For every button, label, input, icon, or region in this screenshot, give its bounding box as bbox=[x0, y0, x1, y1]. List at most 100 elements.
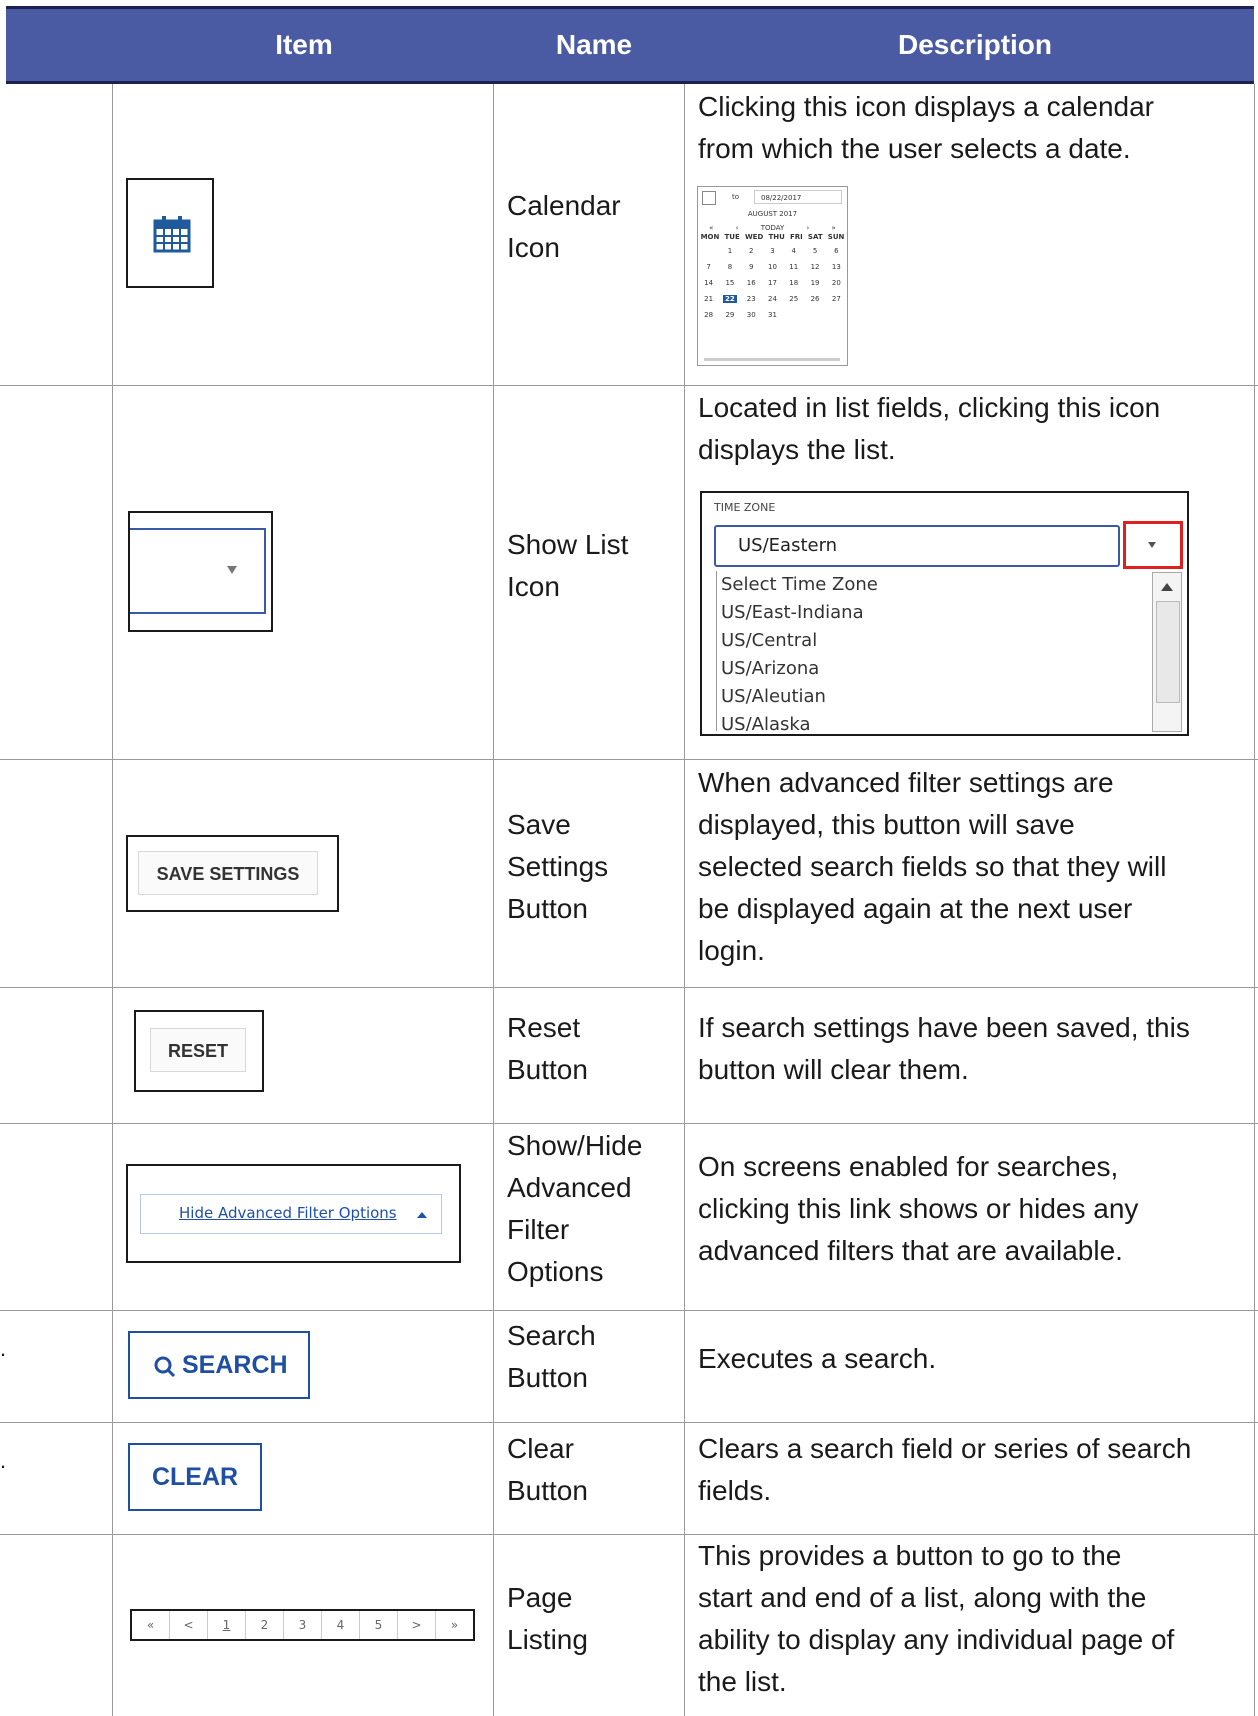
show-list-button[interactable] bbox=[1123, 521, 1183, 569]
row-divider bbox=[0, 1310, 1258, 1311]
timezone-option[interactable]: US/Arizona bbox=[717, 655, 1123, 683]
page-listing: « < 1 2 3 4 5 > » bbox=[130, 1609, 475, 1641]
calendar-day[interactable]: 4 bbox=[787, 247, 801, 255]
row-name-page-listing: Page Listing bbox=[507, 1582, 588, 1655]
nav-next[interactable]: › bbox=[807, 224, 810, 232]
hide-advanced-filter-link[interactable]: Hide Advanced Filter Options bbox=[179, 1204, 397, 1222]
calendar-day[interactable]: 24 bbox=[765, 295, 779, 303]
pager-prev[interactable]: < bbox=[170, 1611, 208, 1639]
row-divider bbox=[0, 987, 1258, 988]
timezone-option[interactable]: US/Central bbox=[717, 627, 1123, 655]
date-field[interactable]: 08/22/2017 bbox=[754, 190, 842, 204]
column-divider bbox=[112, 84, 113, 1716]
nav-last[interactable]: » bbox=[832, 224, 836, 232]
calendar-day[interactable]: 27 bbox=[829, 295, 843, 303]
timezone-option[interactable]: US/Alaska bbox=[717, 711, 1123, 731]
row-description-reset: If search settings have been saved, this… bbox=[698, 1012, 1190, 1085]
search-button[interactable]: SEARCH bbox=[128, 1331, 310, 1399]
pager-page-5[interactable]: 5 bbox=[360, 1611, 398, 1639]
calendar-day[interactable]: 20 bbox=[829, 279, 843, 287]
calendar-day[interactable]: 21 bbox=[702, 295, 716, 303]
calendar-day[interactable]: 31 bbox=[765, 311, 779, 319]
calendar-day[interactable]: 10 bbox=[765, 263, 779, 271]
pager-first[interactable]: « bbox=[132, 1611, 170, 1639]
calendar-week: 7 8 9 10 11 12 13 bbox=[698, 263, 847, 271]
header-name: Name bbox=[555, 29, 633, 60]
timezone-options: Select Time Zone US/East-Indiana US/Cent… bbox=[716, 571, 1123, 731]
calendar-day[interactable]: 25 bbox=[787, 295, 801, 303]
header-description: Description bbox=[897, 29, 1053, 60]
pager-page-3[interactable]: 3 bbox=[284, 1611, 322, 1639]
calendar-day[interactable]: 26 bbox=[808, 295, 822, 303]
calendar-day[interactable]: 29 bbox=[723, 311, 737, 319]
caret-up-icon bbox=[417, 1212, 427, 1218]
timezone-option[interactable]: Select Time Zone bbox=[717, 571, 1123, 599]
calendar-popup-screenshot: to 08/22/2017 AUGUST 2017 « ‹ TODAY › » … bbox=[697, 186, 848, 366]
row-name-show-hide: Show/Hide Advanced Filter Options bbox=[507, 1130, 643, 1287]
row-divider bbox=[0, 1422, 1258, 1423]
row-name-clear: Clear Button bbox=[507, 1433, 588, 1506]
nav-prev[interactable]: ‹ bbox=[736, 224, 739, 232]
calendar-day[interactable]: 14 bbox=[702, 279, 716, 287]
calendar-week: 21 22 23 24 25 26 27 bbox=[698, 295, 847, 303]
row-description-page-listing: This provides a button to go to the start… bbox=[698, 1540, 1175, 1697]
calendar-day[interactable]: 7 bbox=[702, 263, 716, 271]
row-name-show-list: Show List Icon bbox=[507, 529, 629, 602]
timezone-scrollbar[interactable] bbox=[1152, 572, 1182, 732]
pager-last[interactable]: » bbox=[436, 1611, 473, 1639]
calendar-day[interactable]: 22 bbox=[722, 295, 737, 303]
row-name-calendar: Calendar Icon bbox=[507, 190, 621, 263]
timezone-option[interactable]: US/Aleutian bbox=[717, 683, 1123, 711]
calendar-day[interactable]: 18 bbox=[787, 279, 801, 287]
show-list-thumbnail bbox=[128, 511, 273, 632]
pager-next[interactable]: > bbox=[398, 1611, 436, 1639]
row-description-clear: Clears a search field or series of searc… bbox=[698, 1433, 1192, 1506]
calendar-day[interactable]: 15 bbox=[723, 279, 737, 287]
calendar-day[interactable]: 28 bbox=[702, 311, 716, 319]
pager-page-1[interactable]: 1 bbox=[208, 1611, 246, 1639]
dropdown-arrow-icon[interactable] bbox=[226, 565, 238, 575]
row-description-show-hide: On screens enabled for searches, clicking… bbox=[698, 1151, 1139, 1266]
calendar-shadow bbox=[704, 358, 840, 361]
calendar-day[interactable]: 13 bbox=[829, 263, 843, 271]
timezone-option[interactable]: US/East-Indiana bbox=[717, 599, 1123, 627]
clear-button[interactable]: CLEAR bbox=[128, 1443, 262, 1511]
calendar-day[interactable]: 12 bbox=[808, 263, 822, 271]
stray-mark: . bbox=[0, 1336, 7, 1361]
calendar-day bbox=[787, 311, 801, 319]
timezone-select[interactable]: US/Eastern bbox=[714, 525, 1120, 567]
calendar-day[interactable]: 5 bbox=[808, 247, 822, 255]
calendar-day[interactable]: 9 bbox=[744, 263, 758, 271]
calendar-day[interactable]: 17 bbox=[765, 279, 779, 287]
calendar-day[interactable]: 23 bbox=[744, 295, 758, 303]
table-header: Item Name Description bbox=[6, 6, 1254, 84]
nav-first[interactable]: « bbox=[709, 224, 713, 232]
stray-mark: . bbox=[0, 1448, 7, 1473]
pager-page-2[interactable]: 2 bbox=[246, 1611, 284, 1639]
calendar-day[interactable]: 3 bbox=[765, 247, 779, 255]
search-icon bbox=[154, 1356, 176, 1378]
calendar-week: 123456 bbox=[698, 247, 847, 255]
nav-today[interactable]: TODAY bbox=[761, 224, 785, 232]
save-settings-button[interactable]: SAVE SETTINGS bbox=[138, 851, 318, 895]
calendar-icon[interactable] bbox=[152, 214, 192, 254]
calendar-day[interactable]: 8 bbox=[723, 263, 737, 271]
calendar-icon[interactable] bbox=[702, 191, 716, 205]
calendar-week: 28 29 30 31 bbox=[698, 311, 847, 319]
scroll-up-icon[interactable] bbox=[1161, 583, 1173, 591]
reset-button[interactable]: RESET bbox=[150, 1028, 246, 1072]
calendar-day bbox=[702, 247, 716, 255]
save-settings-thumbnail: SAVE SETTINGS bbox=[126, 835, 339, 912]
column-divider bbox=[684, 84, 685, 1716]
calendar-day[interactable]: 6 bbox=[829, 247, 843, 255]
calendar-day[interactable]: 1 bbox=[723, 247, 737, 255]
calendar-day[interactable]: 30 bbox=[744, 311, 758, 319]
to-label: to bbox=[732, 193, 740, 201]
pager-page-4[interactable]: 4 bbox=[322, 1611, 360, 1639]
calendar-day[interactable]: 2 bbox=[744, 247, 758, 255]
calendar-icon-thumbnail bbox=[126, 178, 214, 288]
timezone-label: TIME ZONE bbox=[714, 501, 776, 514]
calendar-day[interactable]: 19 bbox=[808, 279, 822, 287]
calendar-day[interactable]: 11 bbox=[787, 263, 801, 271]
calendar-day[interactable]: 16 bbox=[744, 279, 758, 287]
